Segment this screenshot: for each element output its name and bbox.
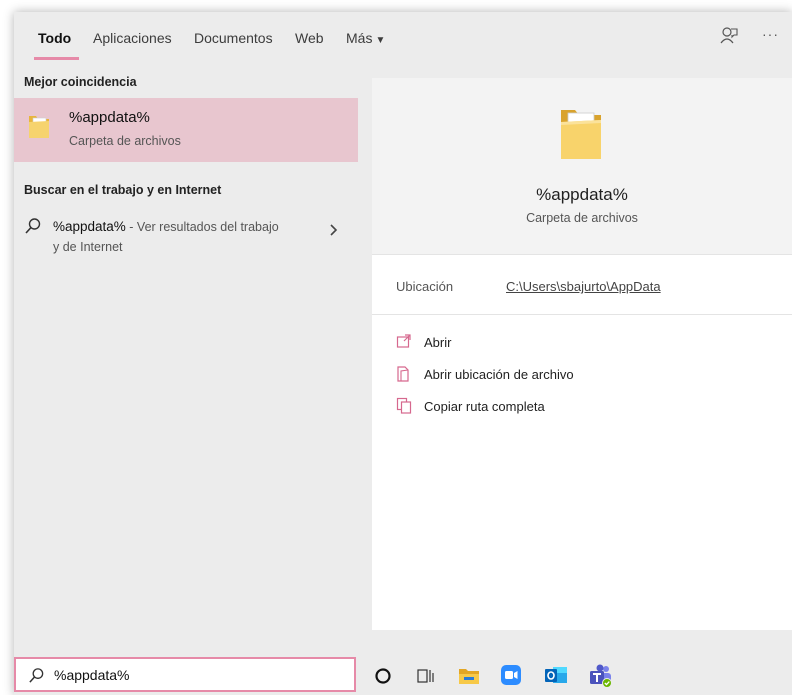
- best-match-item[interactable]: %appdata% Carpeta de archivos: [14, 98, 358, 162]
- preview-header: %appdata% Carpeta de archivos: [372, 78, 792, 254]
- tab-todo[interactable]: Todo: [38, 30, 71, 46]
- web-search-suffix-2: y de Internet: [53, 240, 123, 254]
- action-copy-path[interactable]: Copiar ruta completa: [396, 397, 696, 417]
- zoom-icon[interactable]: [500, 664, 522, 691]
- outlook-icon[interactable]: [544, 664, 568, 691]
- feedback-icon[interactable]: [720, 26, 738, 51]
- preview-pane: %appdata% Carpeta de archivos Ubicación …: [372, 78, 792, 630]
- search-icon: [28, 667, 45, 689]
- chevron-right-icon[interactable]: [329, 223, 339, 242]
- tab-web[interactable]: Web: [295, 30, 324, 46]
- more-options-icon[interactable]: ···: [762, 26, 779, 42]
- search-window: Todo Aplicaciones Documentos Web Más ▼ ··…: [14, 12, 792, 695]
- best-match-subtitle: Carpeta de archivos: [69, 134, 181, 148]
- preview-subtitle: Carpeta de archivos: [526, 211, 638, 225]
- best-match-header: Mejor coincidencia: [24, 75, 137, 89]
- taskbar: [358, 657, 792, 695]
- action-copy-path-label: Copiar ruta completa: [424, 399, 545, 414]
- divider: [372, 314, 792, 315]
- search-tabs: Todo Aplicaciones Documentos Web Más ▼ ··…: [14, 12, 792, 66]
- open-icon: [396, 333, 412, 352]
- action-open-file-location[interactable]: Abrir ubicación de archivo: [396, 365, 696, 385]
- web-search-query: %appdata%: [53, 219, 126, 234]
- active-tab-indicator: [34, 57, 79, 60]
- open-file-location-icon: [396, 365, 412, 386]
- tab-mas[interactable]: Más ▼: [346, 30, 385, 46]
- tab-aplicaciones[interactable]: Aplicaciones: [93, 30, 172, 46]
- web-search-text: %appdata% - Ver resultados del trabajo y…: [53, 217, 313, 257]
- task-view-icon[interactable]: [416, 667, 436, 690]
- teams-icon[interactable]: [588, 663, 614, 694]
- cortana-icon[interactable]: [374, 667, 392, 690]
- tab-documentos[interactable]: Documentos: [194, 30, 273, 46]
- web-search-suffix: - Ver resultados del trabajo: [125, 220, 279, 234]
- location-label: Ubicación: [396, 279, 454, 294]
- best-match-title: %appdata%: [69, 109, 150, 126]
- location-path-link[interactable]: C:\Users\sbajurto\AppData: [506, 279, 661, 294]
- tab-mas-label: Más: [346, 30, 373, 46]
- large-folder-icon: [558, 104, 604, 167]
- web-search-item[interactable]: %appdata% - Ver resultados del trabajo y…: [14, 211, 358, 265]
- search-input[interactable]: [54, 664, 344, 686]
- action-open-file-location-label: Abrir ubicación de archivo: [424, 367, 574, 382]
- chevron-down-icon: ▼: [375, 35, 386, 46]
- copy-path-icon: [396, 397, 412, 417]
- action-open[interactable]: Abrir: [396, 333, 696, 353]
- search-box[interactable]: [14, 657, 356, 692]
- divider: [372, 254, 792, 255]
- file-explorer-icon[interactable]: [458, 666, 480, 691]
- preview-title: %appdata%: [536, 185, 628, 204]
- folder-icon: [27, 112, 51, 145]
- web-search-header: Buscar en el trabajo y en Internet: [24, 183, 222, 197]
- search-icon: [24, 217, 42, 240]
- action-open-label: Abrir: [424, 335, 452, 350]
- results-pane: Mejor coincidencia %appdata% Carpeta de …: [14, 66, 358, 630]
